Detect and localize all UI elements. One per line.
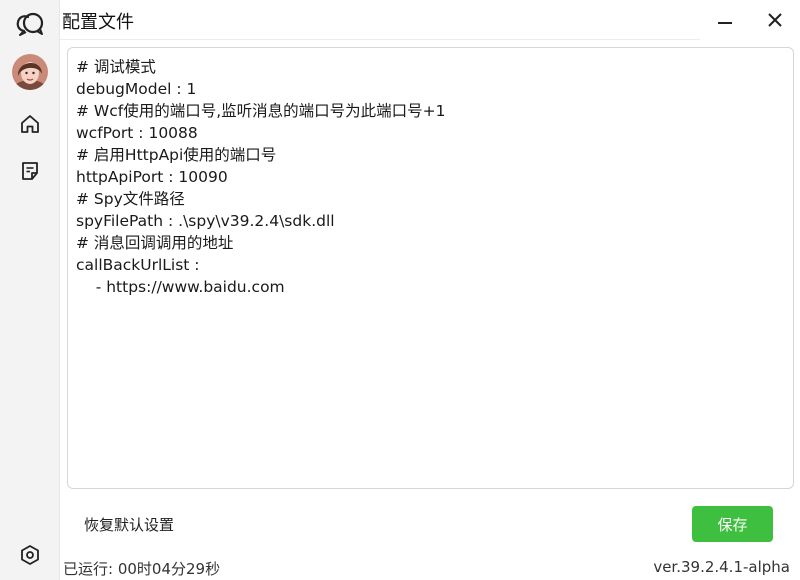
version-label: ver.39.2.4.1-alpha xyxy=(653,558,790,576)
config-editor[interactable]: # 调试模式 debugModel : 1 # Wcf使用的端口号,监听消息的端… xyxy=(67,47,794,489)
minimize-icon xyxy=(718,22,732,24)
title-divider xyxy=(60,39,700,40)
reset-defaults-button[interactable]: 恢复默认设置 xyxy=(84,514,174,535)
code-line: # Wcf使用的端口号,监听消息的端口号为此端口号+1 xyxy=(76,102,446,120)
user-avatar[interactable] xyxy=(0,52,60,92)
code-line: callBackUrlList : xyxy=(76,256,200,274)
code-line: - https://www.baidu.com xyxy=(76,278,285,296)
settings-icon[interactable] xyxy=(0,535,60,575)
close-icon xyxy=(768,13,782,27)
save-button[interactable]: 保存 xyxy=(692,506,773,542)
code-line: httpApiPort : 10090 xyxy=(76,168,228,186)
code-line: spyFilePath : .\spy\v39.2.4\sdk.dll xyxy=(76,212,335,230)
close-button[interactable] xyxy=(760,6,790,34)
avatar xyxy=(12,54,48,90)
chat-bubbles-logo-icon xyxy=(0,4,60,44)
title-bar: 配置文件 xyxy=(60,0,800,40)
code-line: # Spy文件路径 xyxy=(76,190,185,208)
runtime-status: 已运行: 00时04分29秒 xyxy=(63,560,221,578)
code-line: # 调试模式 xyxy=(76,58,156,76)
code-line: wcfPort : 10088 xyxy=(76,124,198,142)
note-icon[interactable] xyxy=(0,151,60,191)
code-line: # 消息回调调用的地址 xyxy=(76,234,234,252)
minimize-button[interactable] xyxy=(710,6,740,34)
code-line: debugModel : 1 xyxy=(76,80,197,98)
page-title: 配置文件 xyxy=(62,12,134,33)
code-line: # 启用HttpApi使用的端口号 xyxy=(76,146,277,164)
home-icon[interactable] xyxy=(0,104,60,144)
config-panel: 配置文件 # 调试模式 debugModel : 1 # Wcf使用的端口号,监… xyxy=(60,0,800,580)
sidebar xyxy=(0,0,60,580)
